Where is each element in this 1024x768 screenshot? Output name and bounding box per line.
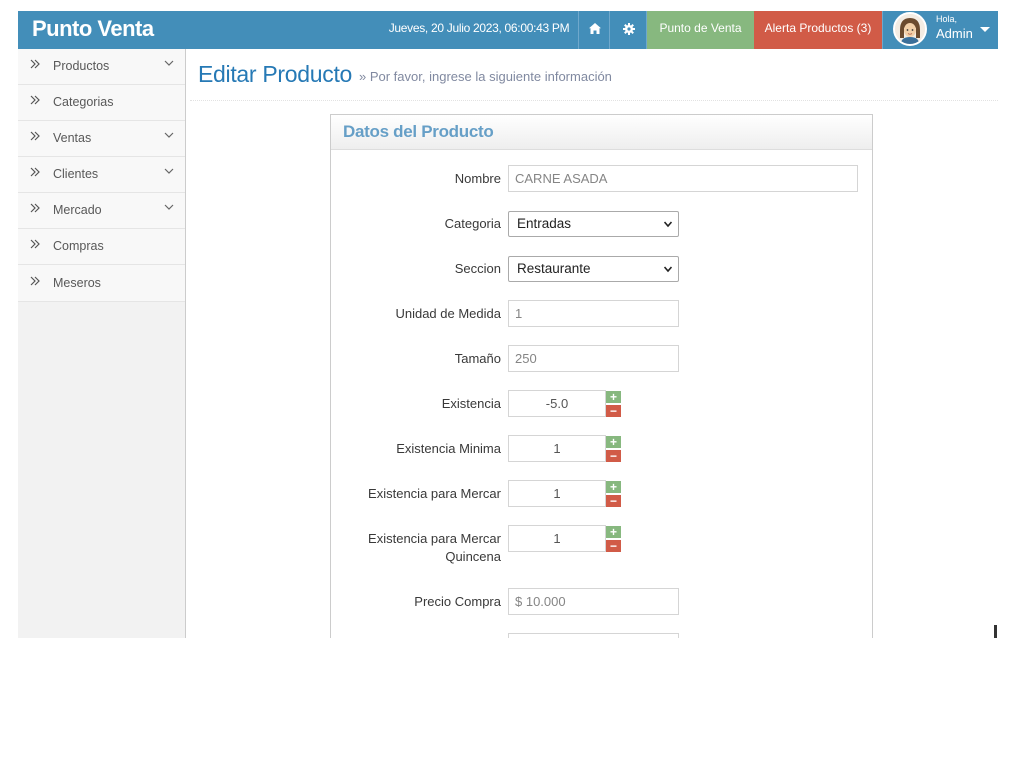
existencia-label: Existencia xyxy=(441,396,501,411)
categoria-label: Categoria xyxy=(444,216,501,231)
precio-compra-input[interactable]: $ 10.000 xyxy=(508,588,679,615)
sidebar-item-compras[interactable]: Compras xyxy=(18,229,185,265)
page-title: Editar Producto xyxy=(198,61,353,87)
chevron-down-icon xyxy=(164,168,174,174)
nombre-label: Nombre xyxy=(454,171,501,186)
tamano-label: Tamaño xyxy=(454,351,501,366)
existencia-spinner: + − xyxy=(606,390,621,417)
app-window: Punto Venta Jueves, 20 Julio 2023, 06:00… xyxy=(18,11,998,638)
categoria-selected-value: Entradas xyxy=(517,216,572,231)
form-header: Datos del Producto xyxy=(331,115,872,150)
title-divider xyxy=(190,100,998,101)
home-button[interactable] xyxy=(580,11,610,49)
categoria-select[interactable]: Entradas xyxy=(508,211,679,237)
user-menu[interactable]: Hola, Admin xyxy=(884,11,998,49)
existencia-quincena-label: Existencia para Mercar Quincena xyxy=(368,531,501,564)
top-navbar: Punto Venta Jueves, 20 Julio 2023, 06:00… xyxy=(18,11,998,49)
next-field-input[interactable] xyxy=(508,633,679,638)
sidebar-item-label: Categorias xyxy=(53,95,114,109)
sidebar-item-clientes[interactable]: Clientes xyxy=(18,157,185,193)
settings-button[interactable] xyxy=(611,11,647,49)
sidebar-item-label: Mercado xyxy=(53,203,102,217)
current-datetime: Jueves, 20 Julio 2023, 06:00:43 PM xyxy=(380,11,579,49)
decrement-button[interactable]: − xyxy=(606,405,621,417)
avatar xyxy=(893,12,927,46)
existencia-mercar-input[interactable]: 1 xyxy=(508,480,606,507)
chevron-down-icon xyxy=(664,221,672,228)
chevron-down-icon xyxy=(164,204,174,210)
caret-down-icon xyxy=(980,27,990,32)
brand-logo[interactable]: Punto Venta xyxy=(32,11,154,49)
decrement-button[interactable]: − xyxy=(606,495,621,507)
sidebar-item-mercado[interactable]: Mercado xyxy=(18,193,185,229)
double-chevron-right-icon xyxy=(30,239,40,249)
sidebar-item-productos[interactable]: Productos xyxy=(18,49,185,85)
form-title: Datos del Producto xyxy=(343,122,494,141)
double-chevron-right-icon xyxy=(30,59,40,69)
sidebar-item-label: Ventas xyxy=(53,131,92,145)
user-greeting: Hola, xyxy=(936,14,958,24)
existencia-quincena-input[interactable]: 1 xyxy=(508,525,606,552)
home-icon xyxy=(588,23,601,34)
increment-button[interactable]: + xyxy=(606,436,621,448)
double-chevron-right-icon xyxy=(30,203,40,213)
scrollbar-thumb[interactable] xyxy=(994,625,997,638)
existencia-quincena-spinner: + − xyxy=(606,525,621,552)
product-form-box: Datos del Producto Nombre CARNE ASADA Ca… xyxy=(330,114,873,638)
seccion-label: Seccion xyxy=(454,261,501,276)
sidebar-item-label: Meseros xyxy=(53,276,101,290)
precio-compra-label: Precio Compra xyxy=(414,594,501,609)
existencia-minima-label: Existencia Minima xyxy=(396,441,501,456)
seccion-selected-value: Restaurante xyxy=(517,261,591,276)
unidad-medida-label: Unidad de Medida xyxy=(395,306,501,321)
decrement-button[interactable]: − xyxy=(606,450,621,462)
sidebar-item-label: Clientes xyxy=(53,167,99,181)
page-subtitle: » Por favor, ingrese la siguiente inform… xyxy=(359,69,612,84)
increment-button[interactable]: + xyxy=(606,391,621,403)
unidad-medida-input[interactable]: 1 xyxy=(508,300,679,327)
existencia-input[interactable]: -5.0 xyxy=(508,390,606,417)
decrement-button[interactable]: − xyxy=(606,540,621,552)
existencia-minima-spinner: + − xyxy=(606,435,621,462)
existencia-mercar-spinner: + − xyxy=(606,480,621,507)
nombre-input[interactable]: CARNE ASADA xyxy=(508,165,858,192)
sidebar-item-label: Compras xyxy=(53,239,104,253)
double-chevron-right-icon xyxy=(30,95,40,105)
sidebar-item-meseros[interactable]: Meseros xyxy=(18,265,185,302)
sidebar-item-ventas[interactable]: Ventas xyxy=(18,121,185,157)
gear-icon xyxy=(622,23,635,35)
existencia-mercar-label: Existencia para Mercar xyxy=(368,486,501,501)
tamano-input[interactable]: 250 xyxy=(508,345,679,372)
seccion-select[interactable]: Restaurante xyxy=(508,256,679,282)
increment-button[interactable]: + xyxy=(606,481,621,493)
sidebar: Productos Categorias Ventas Clientes Mer… xyxy=(18,49,186,638)
alerta-productos-button[interactable]: Alerta Productos (3) xyxy=(754,11,883,49)
double-chevron-right-icon xyxy=(30,131,40,141)
double-chevron-right-icon xyxy=(30,167,40,177)
sidebar-item-label: Productos xyxy=(53,59,110,73)
chevron-down-icon xyxy=(164,132,174,138)
increment-button[interactable]: + xyxy=(606,526,621,538)
punto-de-venta-button[interactable]: Punto de Venta xyxy=(647,11,754,49)
existencia-minima-input[interactable]: 1 xyxy=(508,435,606,462)
chevron-down-icon xyxy=(164,60,174,66)
user-name: Admin xyxy=(936,26,973,41)
double-chevron-right-icon xyxy=(30,276,40,286)
sidebar-item-categorias[interactable]: Categorias xyxy=(18,85,185,121)
chevron-down-icon xyxy=(664,266,672,273)
